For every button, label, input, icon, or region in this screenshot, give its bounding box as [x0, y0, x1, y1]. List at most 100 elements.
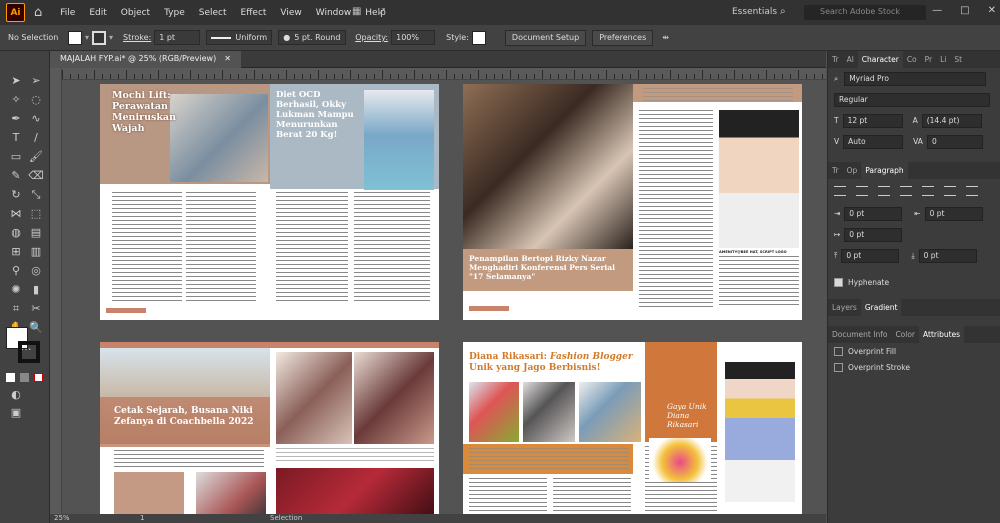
scale-tool-icon[interactable]: ⤡: [28, 187, 44, 203]
menu-type[interactable]: Type: [164, 8, 185, 18]
perspective-grid-tool-icon[interactable]: ▤: [28, 225, 44, 241]
menu-file[interactable]: File: [60, 8, 75, 18]
gradient-mode-icon[interactable]: [20, 373, 29, 382]
color-mode-icon[interactable]: [6, 373, 15, 382]
graphic-style-swatch[interactable]: [471, 30, 486, 45]
minimize-icon[interactable]: —: [932, 5, 942, 16]
kerning-field[interactable]: Auto: [843, 134, 904, 149]
first-line-indent-field[interactable]: 0 pt: [844, 227, 903, 242]
hyphenate-checkbox[interactable]: [834, 278, 843, 287]
rotate-tool-icon[interactable]: ↻: [8, 187, 24, 203]
artboard-page-4[interactable]: Diana Rikasari: Fashion Blogger Unik yang…: [463, 342, 802, 514]
rectangle-tool-icon[interactable]: ▭: [8, 149, 24, 165]
tab-stroke[interactable]: St: [950, 55, 966, 64]
menu-edit[interactable]: Edit: [89, 8, 106, 18]
right-indent-field[interactable]: 0 pt: [924, 206, 983, 221]
tab-gradient[interactable]: Gradient: [860, 299, 902, 316]
justify-all-icon[interactable]: [966, 186, 978, 196]
maximize-icon[interactable]: □: [960, 5, 969, 16]
fill-dropdown-icon[interactable]: ▾: [85, 33, 89, 42]
tab-properties[interactable]: Pr: [921, 55, 936, 64]
home-icon[interactable]: ⌂: [34, 5, 42, 20]
stroke-label[interactable]: Stroke:: [123, 33, 151, 42]
opacity-label[interactable]: Opacity:: [355, 33, 388, 42]
overprint-fill-checkbox[interactable]: [834, 346, 843, 356]
tab-attributes[interactable]: Attributes: [919, 326, 965, 343]
eyedropper-tool-icon[interactable]: ⚲: [8, 263, 24, 279]
font-family-select[interactable]: Myriad Pro: [844, 71, 987, 86]
artboard-canvas[interactable]: Mochi Lift: Perawatan Meniruskan Wajah D…: [62, 80, 826, 514]
artboard-page-2[interactable]: Penampilan Bertopi Rizky Nazar Menghadir…: [463, 84, 802, 320]
artboard-tool-icon[interactable]: ⌗: [8, 301, 24, 317]
send-icon[interactable]: ➚: [378, 6, 386, 17]
align-right-icon[interactable]: [878, 186, 890, 196]
close-icon[interactable]: ✕: [988, 5, 996, 16]
search-toggle-icon[interactable]: ⌕: [780, 6, 786, 17]
none-mode-icon[interactable]: [34, 373, 43, 382]
left-indent-field[interactable]: 0 pt: [844, 206, 903, 221]
space-before-field[interactable]: 0 pt: [841, 248, 900, 263]
tab-paragraph[interactable]: Paragraph: [861, 162, 908, 179]
symbol-sprayer-tool-icon[interactable]: ✺: [8, 282, 24, 298]
tab-color[interactable]: Co: [903, 55, 921, 64]
blend-tool-icon[interactable]: ◎: [28, 263, 44, 279]
opacity-field[interactable]: 100%: [391, 30, 436, 45]
font-style-select[interactable]: Regular: [834, 92, 990, 107]
shape-builder-tool-icon[interactable]: ◍: [8, 225, 24, 241]
font-search-icon[interactable]: ⌕: [834, 74, 838, 84]
menu-view[interactable]: View: [280, 8, 301, 18]
space-after-field[interactable]: 0 pt: [918, 248, 977, 263]
slice-tool-icon[interactable]: ✂: [28, 301, 44, 317]
tab-transform[interactable]: Tr: [828, 55, 843, 64]
mesh-tool-icon[interactable]: ⊞: [8, 244, 24, 260]
artboard-number[interactable]: 1: [140, 514, 144, 522]
width-tool-icon[interactable]: ⋈: [8, 206, 24, 222]
type-tool-icon[interactable]: T: [8, 130, 24, 146]
tab-character[interactable]: Character: [857, 51, 903, 68]
tab-opentype[interactable]: Op: [843, 166, 862, 175]
paintbrush-tool-icon[interactable]: 🖌: [28, 149, 44, 165]
free-transform-tool-icon[interactable]: ⬚: [28, 206, 44, 222]
document-tab[interactable]: MAJALAH FYP.ai* @ 25% (RGB/Preview) ✕: [50, 51, 241, 68]
preferences-button[interactable]: Preferences: [592, 29, 654, 46]
close-tab-icon[interactable]: ✕: [224, 54, 231, 63]
workspace-switcher[interactable]: Essentials: [732, 7, 777, 17]
align-options-icon[interactable]: ⇹: [662, 33, 669, 42]
vertical-ruler[interactable]: [50, 68, 62, 514]
direct-selection-tool-icon[interactable]: ➢: [28, 73, 44, 89]
screen-mode-icon[interactable]: ▣: [8, 405, 24, 421]
stroke-weight-field[interactable]: 1 pt: [154, 30, 201, 45]
tab-color-panel[interactable]: Color: [891, 330, 919, 339]
tab-align[interactable]: Al: [843, 55, 858, 64]
justify-center-icon[interactable]: [922, 186, 934, 196]
column-graph-tool-icon[interactable]: ▮: [28, 282, 44, 298]
stroke-swatch[interactable]: [92, 30, 107, 45]
brush-select[interactable]: ● 5 pt. Round: [278, 30, 347, 45]
menu-effect[interactable]: Effect: [241, 8, 267, 18]
arrange-documents-icon[interactable]: ▦: [352, 6, 361, 17]
artboard-page-3[interactable]: Cetak Sejarah, Busana Niki Zefanya di Co…: [100, 342, 439, 514]
gradient-tool-icon[interactable]: ▥: [28, 244, 44, 260]
tracking-field[interactable]: 0: [926, 134, 983, 149]
menu-object[interactable]: Object: [121, 8, 150, 18]
tab-layers[interactable]: Layers: [828, 303, 861, 312]
stock-search-input[interactable]: Search Adobe Stock: [804, 5, 926, 20]
align-center-icon[interactable]: [856, 186, 868, 196]
fill-swatch[interactable]: [68, 30, 82, 45]
stroke-profile-select[interactable]: Uniform: [206, 30, 273, 45]
stroke-color-box[interactable]: [18, 341, 40, 363]
zoom-tool-icon[interactable]: 🔍: [28, 320, 44, 336]
shaper-tool-icon[interactable]: ✎: [8, 168, 24, 184]
line-tool-icon[interactable]: /: [28, 130, 44, 146]
draw-mode-icon[interactable]: ◐: [8, 387, 24, 403]
tab-libraries[interactable]: Li: [936, 55, 950, 64]
menu-window[interactable]: Window: [316, 8, 352, 18]
tab-transparency[interactable]: Tr: [828, 166, 843, 175]
horizontal-ruler[interactable]: [62, 68, 826, 80]
pen-tool-icon[interactable]: ✒: [8, 111, 24, 127]
curvature-tool-icon[interactable]: ∿: [28, 111, 44, 127]
document-setup-button[interactable]: Document Setup: [504, 29, 587, 46]
justify-right-icon[interactable]: [944, 186, 956, 196]
selection-tool-icon[interactable]: ➤: [8, 73, 24, 89]
overprint-stroke-checkbox[interactable]: [834, 362, 843, 372]
